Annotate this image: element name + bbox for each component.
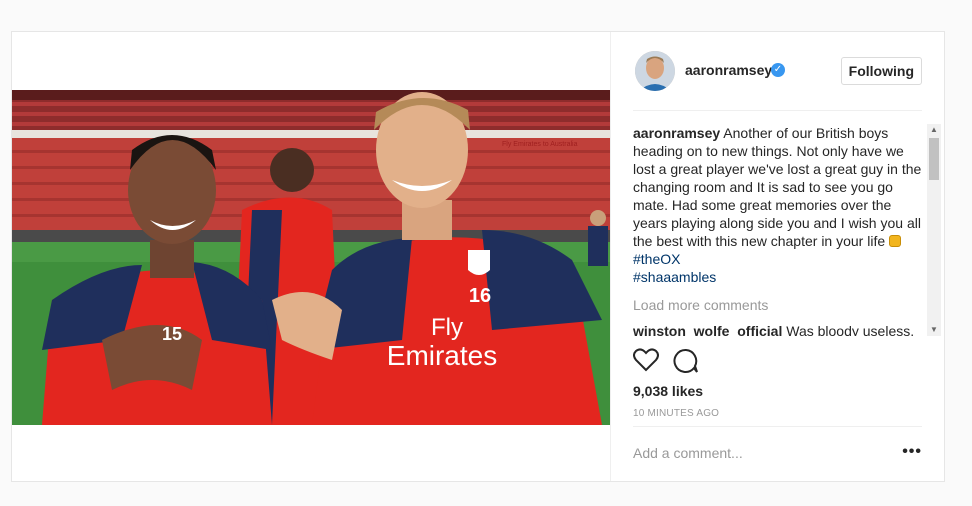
load-more-comments[interactable]: Load more comments [633,296,925,314]
following-button[interactable]: Following [840,57,922,85]
photo-area: Fly Emirates to Australia 15 Fly Emirate… [12,32,610,481]
add-comment-section: ••• [633,426,922,482]
club-crest-icon [468,250,490,275]
shirt-number-left: 15 [162,324,182,344]
fist-bump-icon [889,235,902,247]
comment-item: winston_wolfe_official Was bloody useles… [633,322,925,336]
scroll-thumb[interactable] [929,138,939,180]
shirt-number-right: 16 [469,285,491,307]
avatar[interactable] [635,51,675,91]
comments-list[interactable]: aaronramsey Another of our British boys … [633,124,925,336]
caption-username[interactable]: aaronramsey [633,125,720,141]
scroll-down-arrow-icon[interactable]: ▼ [927,324,941,336]
caption-text: Another of our British boys heading on t… [633,125,922,249]
post-timestamp[interactable]: 10 MINUTES AGO [633,408,719,419]
comment-icon[interactable] [673,348,699,379]
shirt-text-emirates: Emirates [387,340,497,371]
post-username[interactable]: aaronramsey [685,62,772,78]
comment-text: Was bloody useless, [782,323,915,336]
caption: aaronramsey Another of our British boys … [633,124,925,286]
action-bar [633,348,733,378]
hashtag-shaaambles[interactable]: #shaaambles [633,269,716,285]
post-sidebar: aaronramsey ✓ Following aaronramsey Anot… [610,32,944,481]
comment-username[interactable]: winston_wolfe_official [633,323,782,336]
verified-badge-icon: ✓ [771,63,785,77]
post-photo[interactable]: Fly Emirates to Australia 15 Fly Emirate… [12,90,610,425]
shirt-text-fly: Fly [431,314,463,341]
comments-scrollbar[interactable]: ▲ ▼ [927,124,941,336]
heart-icon[interactable] [633,348,659,377]
more-options-icon[interactable]: ••• [902,443,922,461]
post-card: Fly Emirates to Australia 15 Fly Emirate… [11,31,945,482]
hashtag-theox[interactable]: #theOX [633,251,680,267]
add-comment-input[interactable] [633,443,883,463]
post-header: aaronramsey ✓ Following [633,32,922,111]
stadium-banner: Fly Emirates to Australia [502,141,578,148]
likes-count[interactable]: 9,038 likes [633,383,703,399]
scroll-up-arrow-icon[interactable]: ▲ [927,124,941,136]
